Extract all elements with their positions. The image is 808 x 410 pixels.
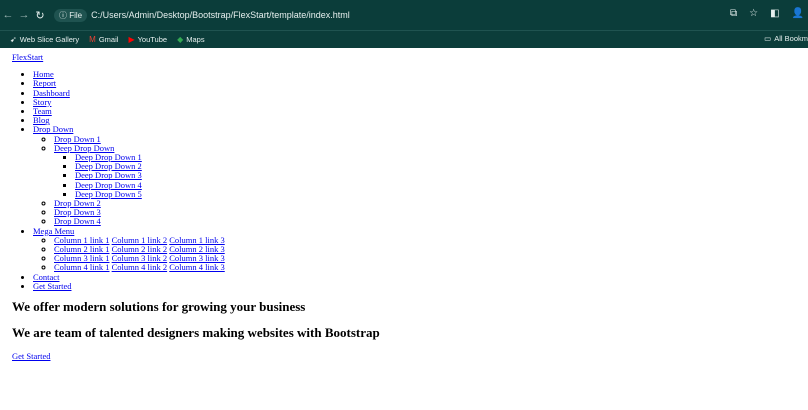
mega-menu-row: Column 4 link 1 Column 4 link 2 Column 4… xyxy=(54,263,798,272)
dropdown-item: Drop Down 3 xyxy=(54,208,798,217)
back-arrow-icon[interactable]: ← xyxy=(0,9,16,21)
nav-dropdown: Drop Down Drop Down 1 Deep Drop Down Dee… xyxy=(33,125,798,226)
hero-subtitle: We are team of talented designers making… xyxy=(12,325,380,341)
forward-arrow-icon[interactable]: → xyxy=(16,9,32,21)
star-icon[interactable]: ☆ xyxy=(749,8,758,19)
main-nav: Home Report Dashboard Story Team Blog Dr… xyxy=(12,70,798,291)
nav-story: Story xyxy=(33,97,798,107)
deep-dropdown-item: Deep Drop Down 2 xyxy=(75,162,798,171)
dropdown-menu: Drop Down 1 Deep Drop Down Deep Drop Dow… xyxy=(33,134,798,227)
gmail-icon: M xyxy=(89,35,96,44)
maps-icon: ◆ xyxy=(177,35,184,44)
all-bookmarks[interactable]: ▭ All Bookm xyxy=(764,34,808,43)
dropdown-item: Deep Drop Down Deep Drop Down 1 Deep Dro… xyxy=(54,143,798,199)
url-text[interactable]: C:/Users/Admin/Desktop/Bootstrap/FlexSta… xyxy=(91,10,350,20)
bookmark-gmail[interactable]: M Gmail xyxy=(89,35,118,44)
bookmark-web-slice-gallery[interactable]: ➹ Web Slice Gallery xyxy=(10,35,79,44)
page-content: FlexStart Home Report Dashboard Story Te… xyxy=(0,48,808,361)
dropdown-item: Drop Down 1 xyxy=(54,134,798,144)
deep-dropdown-item: Deep Drop Down 1 xyxy=(75,152,798,162)
folder-icon: ▭ xyxy=(764,34,772,43)
deep-dropdown-menu: Deep Drop Down 1 Deep Drop Down 2 Deep D… xyxy=(54,152,798,199)
nav-link-get-started[interactable]: Get Started xyxy=(33,281,71,291)
mega-link[interactable]: Column 4 link 1 xyxy=(54,262,110,272)
mega-link[interactable]: Column 4 link 2 xyxy=(112,262,168,272)
mega-menu: Column 1 link 1 Column 1 link 2 Column 1… xyxy=(33,235,798,273)
dropdown-item: Drop Down 4 xyxy=(54,217,798,226)
hero-title: We offer modern solutions for growing yo… xyxy=(12,299,306,315)
reload-icon[interactable]: ↻ xyxy=(32,9,48,22)
nav-get-started: Get Started xyxy=(33,281,798,291)
youtube-icon: ▶ xyxy=(128,35,135,44)
bookmark-youtube[interactable]: ▶ YouTube xyxy=(128,35,167,44)
profile-icon[interactable]: 👤 xyxy=(792,8,804,19)
nav-contact: Contact xyxy=(33,272,798,282)
deep-dropdown-item: Deep Drop Down 5 xyxy=(75,189,798,199)
sidebar-icon[interactable]: ◧ xyxy=(770,8,779,19)
brand-logo-link[interactable]: FlexStart xyxy=(12,52,798,62)
nav-blog: Blog xyxy=(33,116,798,125)
browser-toolbar: ← → ↻ ⓘ File C:/Users/Admin/Desktop/Boot… xyxy=(0,0,808,30)
get-started-button[interactable]: Get Started xyxy=(12,351,798,361)
nav-team: Team xyxy=(33,106,798,116)
bookmark-maps[interactable]: ◆ Maps xyxy=(177,35,205,44)
deep-dropdown-item: Deep Drop Down 3 xyxy=(75,171,798,180)
nav-mega-menu: Mega Menu Column 1 link 1 Column 1 link … xyxy=(33,226,798,273)
deep-dropdown-item: Deep Drop Down 4 xyxy=(75,180,798,190)
nav-home: Home xyxy=(33,70,798,79)
nav-report: Report xyxy=(33,79,798,88)
web-slice-icon: ➹ xyxy=(10,35,17,44)
mega-link[interactable]: Column 4 link 3 xyxy=(169,262,225,272)
install-icon[interactable]: ⧉ xyxy=(730,8,737,19)
bookmarks-bar: ➹ Web Slice Gallery M Gmail ▶ YouTube ◆ Maps… xyxy=(0,30,808,48)
file-badge: ⓘ File xyxy=(54,8,88,22)
dropdown-item: Drop Down 2 xyxy=(54,198,798,208)
address-bar[interactable]: ⓘ File C:/Users/Admin/Desktop/Bootstrap/… xyxy=(54,8,350,22)
nav-dashboard: Dashboard xyxy=(33,88,798,98)
